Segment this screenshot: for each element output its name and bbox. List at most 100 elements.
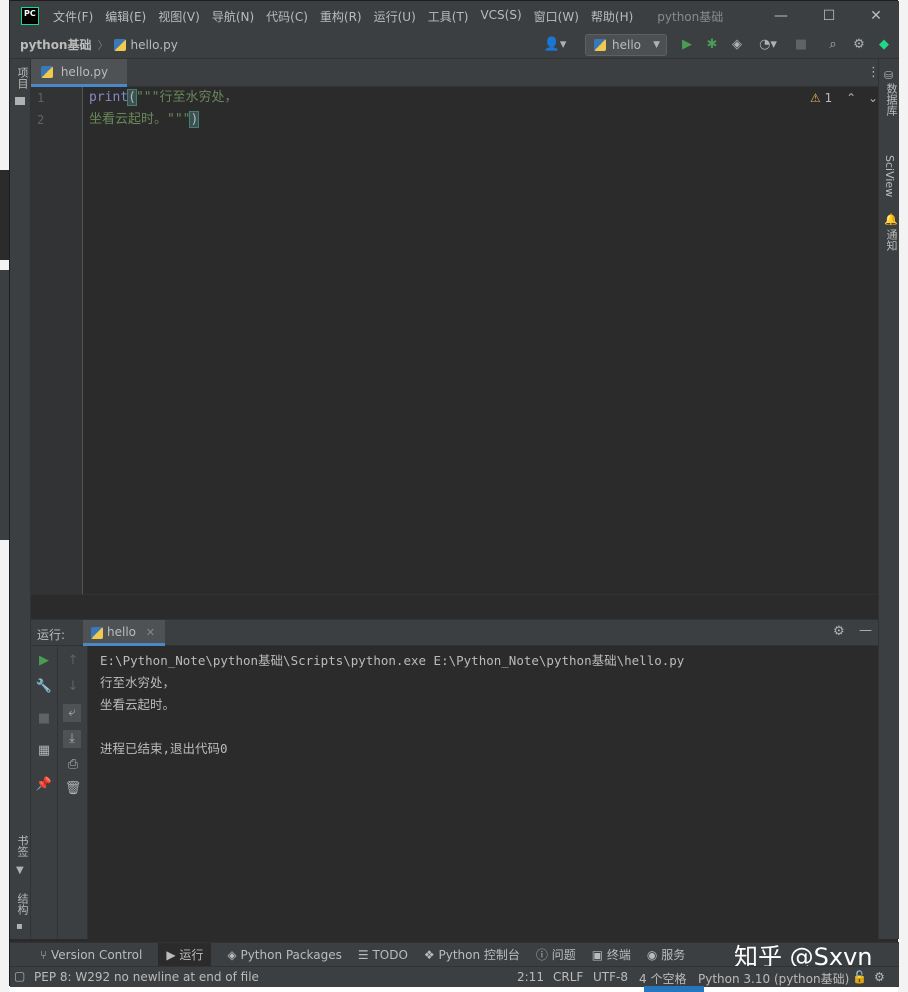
python-file-icon bbox=[114, 38, 127, 51]
status-encoding[interactable]: UTF-8 bbox=[593, 970, 628, 984]
menu-run[interactable]: 运行(U) bbox=[374, 8, 416, 25]
status-bar: ▢ PEP 8: W292 no newline at end of file … bbox=[10, 966, 899, 987]
tool-python-packages[interactable]: ◈ Python Packages bbox=[227, 948, 341, 962]
run-actions-toolbar: ▶ 🔧 ■ ▦ 📌 bbox=[31, 646, 58, 939]
menu-code[interactable]: 代码(C) bbox=[266, 8, 308, 25]
status-line-separator[interactable]: CRLF bbox=[553, 970, 583, 984]
settings-gear-icon[interactable]: ⚙ bbox=[833, 624, 845, 639]
tool-python-console[interactable]: ❖ Python 控制台 bbox=[424, 946, 520, 963]
status-interpreter[interactable]: Python 3.10 (python基础) bbox=[698, 970, 849, 987]
close-tab-icon[interactable]: ✕ bbox=[146, 626, 155, 639]
code-print-call: print bbox=[89, 90, 129, 105]
code-open-paren: ( bbox=[127, 89, 137, 106]
python-file-icon bbox=[91, 627, 103, 639]
edit-config-wrench-icon[interactable]: 🔧 bbox=[35, 678, 53, 696]
search-icon[interactable]: ⌕ bbox=[824, 36, 842, 54]
stop-icon[interactable]: ■ bbox=[35, 710, 53, 728]
more-options-icon[interactable]: ⋮ bbox=[867, 65, 880, 80]
sciview-tool-label: SciView bbox=[883, 155, 896, 198]
event-log-icon[interactable]: ⚙ bbox=[874, 970, 885, 984]
desktop-background-right bbox=[898, 0, 908, 992]
scroll-up-icon[interactable]: ↑ bbox=[64, 652, 82, 670]
python-file-icon bbox=[594, 39, 606, 51]
tool-todo[interactable]: ☰ TODO bbox=[358, 948, 408, 962]
jetbrains-logo-icon[interactable]: ◆ bbox=[875, 36, 893, 54]
main-menu: 文件(F) 编辑(E) 视图(V) 导航(N) 代码(C) 重构(R) 运行(U… bbox=[53, 8, 645, 25]
status-position[interactable]: 2:11 bbox=[517, 970, 544, 984]
menu-view[interactable]: 视图(V) bbox=[158, 8, 200, 25]
menu-window[interactable]: 窗口(W) bbox=[534, 8, 579, 25]
menu-file[interactable]: 文件(F) bbox=[53, 8, 93, 25]
chevron-up-icon[interactable]: ⌃ bbox=[846, 91, 856, 105]
close-button[interactable]: ✕ bbox=[853, 1, 899, 31]
print-icon[interactable]: ⎙ bbox=[64, 756, 82, 774]
tool-version-control[interactable]: ⑂ Version Control bbox=[40, 948, 142, 962]
notifications-tool-label: 通知 bbox=[885, 229, 898, 251]
taskbar-indicator bbox=[644, 986, 704, 992]
console-line: 坐看云起时。 bbox=[100, 697, 176, 712]
minimize-button[interactable]: — bbox=[758, 1, 804, 31]
run-configuration-select[interactable]: hello ▼ bbox=[585, 34, 667, 56]
tool-label: 问题 bbox=[551, 948, 576, 962]
settings-gear-icon[interactable]: ⚙ bbox=[850, 36, 868, 54]
project-tool-button[interactable]: 项目 bbox=[14, 67, 30, 89]
layout-icon[interactable]: ▦ bbox=[35, 742, 53, 760]
chevron-down-icon[interactable]: ⌄ bbox=[868, 91, 878, 105]
run-console-output[interactable]: E:\Python_Note\python基础\Scripts\python.e… bbox=[88, 646, 878, 939]
menu-refactor[interactable]: 重构(R) bbox=[320, 8, 362, 25]
user-account-icon[interactable]: 👤▾ bbox=[542, 36, 568, 54]
maximize-button[interactable]: ☐ bbox=[806, 1, 852, 31]
run-icon[interactable]: ▶ bbox=[678, 36, 696, 54]
structure-tool-button[interactable]: 结构 bbox=[14, 893, 30, 915]
status-toggle-icon[interactable]: ▢ bbox=[14, 969, 25, 983]
run-tab-hello[interactable]: hello ✕ bbox=[83, 620, 166, 646]
run-tool-header: 运行: hello ✕ ⚙ — bbox=[31, 619, 878, 646]
tool-services[interactable]: ◉ 服务 bbox=[647, 946, 685, 963]
menu-vcs[interactable]: VCS(S) bbox=[480, 8, 521, 25]
tool-run[interactable]: ▶ 运行 bbox=[158, 943, 212, 966]
soft-wrap-icon[interactable]: ⤶ bbox=[63, 704, 81, 722]
sciview-tool-button[interactable]: SciView bbox=[883, 155, 896, 197]
pin-tab-icon[interactable]: 📌 bbox=[35, 776, 53, 794]
code-editor[interactable]: print("""行至水穷处， 坐看云起时。""") bbox=[83, 87, 878, 594]
tool-problems[interactable]: ⓘ 问题 bbox=[536, 946, 576, 963]
trash-icon[interactable]: 🗑 bbox=[64, 780, 82, 798]
stop-icon[interactable]: ■ bbox=[792, 36, 810, 54]
status-message[interactable]: PEP 8: W292 no newline at end of file bbox=[34, 970, 259, 984]
run-configuration-label: hello bbox=[612, 38, 641, 52]
menu-tools[interactable]: 工具(T) bbox=[428, 8, 469, 25]
debug-icon[interactable]: ✱ bbox=[703, 36, 721, 54]
inspection-widget[interactable]: ⚠ 1 ⌃ ⌄ bbox=[810, 91, 878, 105]
coverage-icon[interactable]: ◈ bbox=[728, 36, 746, 54]
run-tool-label: 运行: bbox=[37, 628, 66, 642]
scroll-to-end-icon[interactable]: ⤓ bbox=[63, 730, 81, 748]
tool-label: TODO bbox=[372, 947, 408, 962]
editor-gutter: 1 2 bbox=[31, 87, 83, 594]
menu-edit[interactable]: 编辑(E) bbox=[105, 8, 146, 25]
pycharm-logo-icon: PC bbox=[21, 7, 39, 25]
breadcrumb-file[interactable]: hello.py bbox=[130, 38, 177, 52]
line-number: 2 bbox=[37, 113, 45, 127]
database-tool-label: 数据库 bbox=[885, 83, 898, 116]
panel-splitter[interactable] bbox=[31, 594, 878, 619]
tool-label: Python Packages bbox=[240, 947, 342, 962]
window-title: python基础 bbox=[657, 9, 724, 24]
bookmarks-tool-button[interactable]: 书签 bbox=[14, 835, 30, 857]
notifications-tool-button[interactable]: 通知 bbox=[883, 229, 899, 251]
status-indent[interactable]: 4 个空格 bbox=[639, 970, 686, 987]
code-close-paren: ) bbox=[189, 111, 200, 128]
tab-hello-py[interactable]: hello.py ✕ bbox=[31, 59, 127, 105]
rerun-icon[interactable]: ▶ bbox=[35, 652, 53, 670]
code-string-end: 坐看云起时。""" bbox=[89, 112, 191, 127]
hide-panel-icon[interactable]: — bbox=[859, 623, 872, 638]
profile-icon[interactable]: ◔▾ bbox=[753, 36, 783, 54]
lock-icon[interactable]: 🔓 bbox=[852, 970, 867, 984]
scroll-down-icon[interactable]: ↓ bbox=[64, 678, 82, 696]
database-tool-button[interactable]: 数据库 bbox=[883, 83, 899, 116]
menu-navigate[interactable]: 导航(N) bbox=[212, 8, 254, 25]
breadcrumb-project[interactable]: python基础 bbox=[20, 36, 91, 53]
line-number: 1 bbox=[37, 91, 45, 105]
python-file-icon bbox=[41, 66, 53, 78]
tool-terminal[interactable]: ▣ 终端 bbox=[592, 946, 631, 963]
menu-help[interactable]: 帮助(H) bbox=[591, 8, 633, 25]
